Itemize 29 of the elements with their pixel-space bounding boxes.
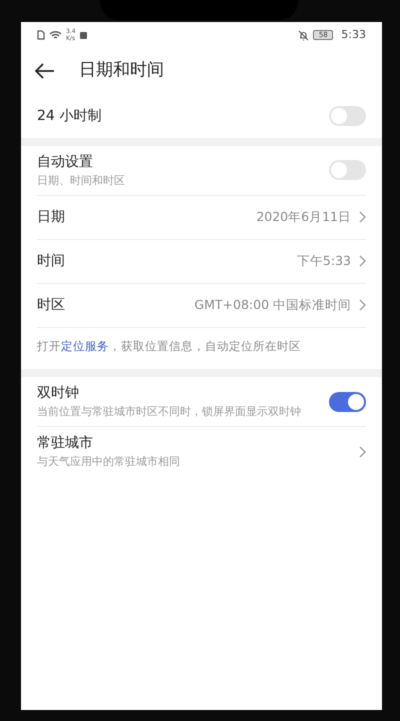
sim-icon xyxy=(37,30,45,40)
toggle-switch[interactable] xyxy=(329,106,366,126)
setting-value: 下午5:33 xyxy=(296,252,351,270)
setting-description: 当前位置与常驻城市时区不同时，锁屏界面显示双时钟 xyxy=(37,404,302,420)
chevron-right-icon[interactable] xyxy=(359,299,366,312)
status-time: 5:33 xyxy=(341,26,366,43)
toggle-switch[interactable] xyxy=(329,160,366,180)
chevron-right-icon[interactable] xyxy=(359,446,366,458)
bell-off-icon xyxy=(298,30,310,40)
setting-value: GMT+08:00 中国标准时间 xyxy=(194,296,351,314)
setting-label: 自动设置 xyxy=(37,153,94,172)
chevron-right-icon[interactable] xyxy=(359,255,366,268)
setting-value: 2020年6月11日 xyxy=(256,208,351,226)
setting-label: 日期 xyxy=(37,208,66,227)
setting-label: 时区 xyxy=(37,296,66,315)
setting-label: 常驻城市 xyxy=(37,434,94,454)
setting-description: 日期、时间和时区 xyxy=(37,173,126,189)
setting-description: 与天气应用中的常驻城市相同 xyxy=(37,454,181,470)
setting-label: 24 小时制 xyxy=(37,106,102,126)
setting-label: 时间 xyxy=(37,252,66,271)
back-arrow-icon[interactable] xyxy=(35,63,55,79)
square-icon xyxy=(80,32,87,38)
wifi-icon xyxy=(49,30,62,40)
chevron-right-icon[interactable] xyxy=(359,211,366,224)
page-title: 日期和时间 xyxy=(79,59,164,82)
location-hint: 打开定位服务，获取位置信息，自动定位所在时区 xyxy=(37,338,302,355)
location-service-link[interactable]: 定位服务 xyxy=(61,338,109,353)
setting-label: 双时钟 xyxy=(37,384,80,404)
toggle-switch[interactable] xyxy=(329,392,366,412)
